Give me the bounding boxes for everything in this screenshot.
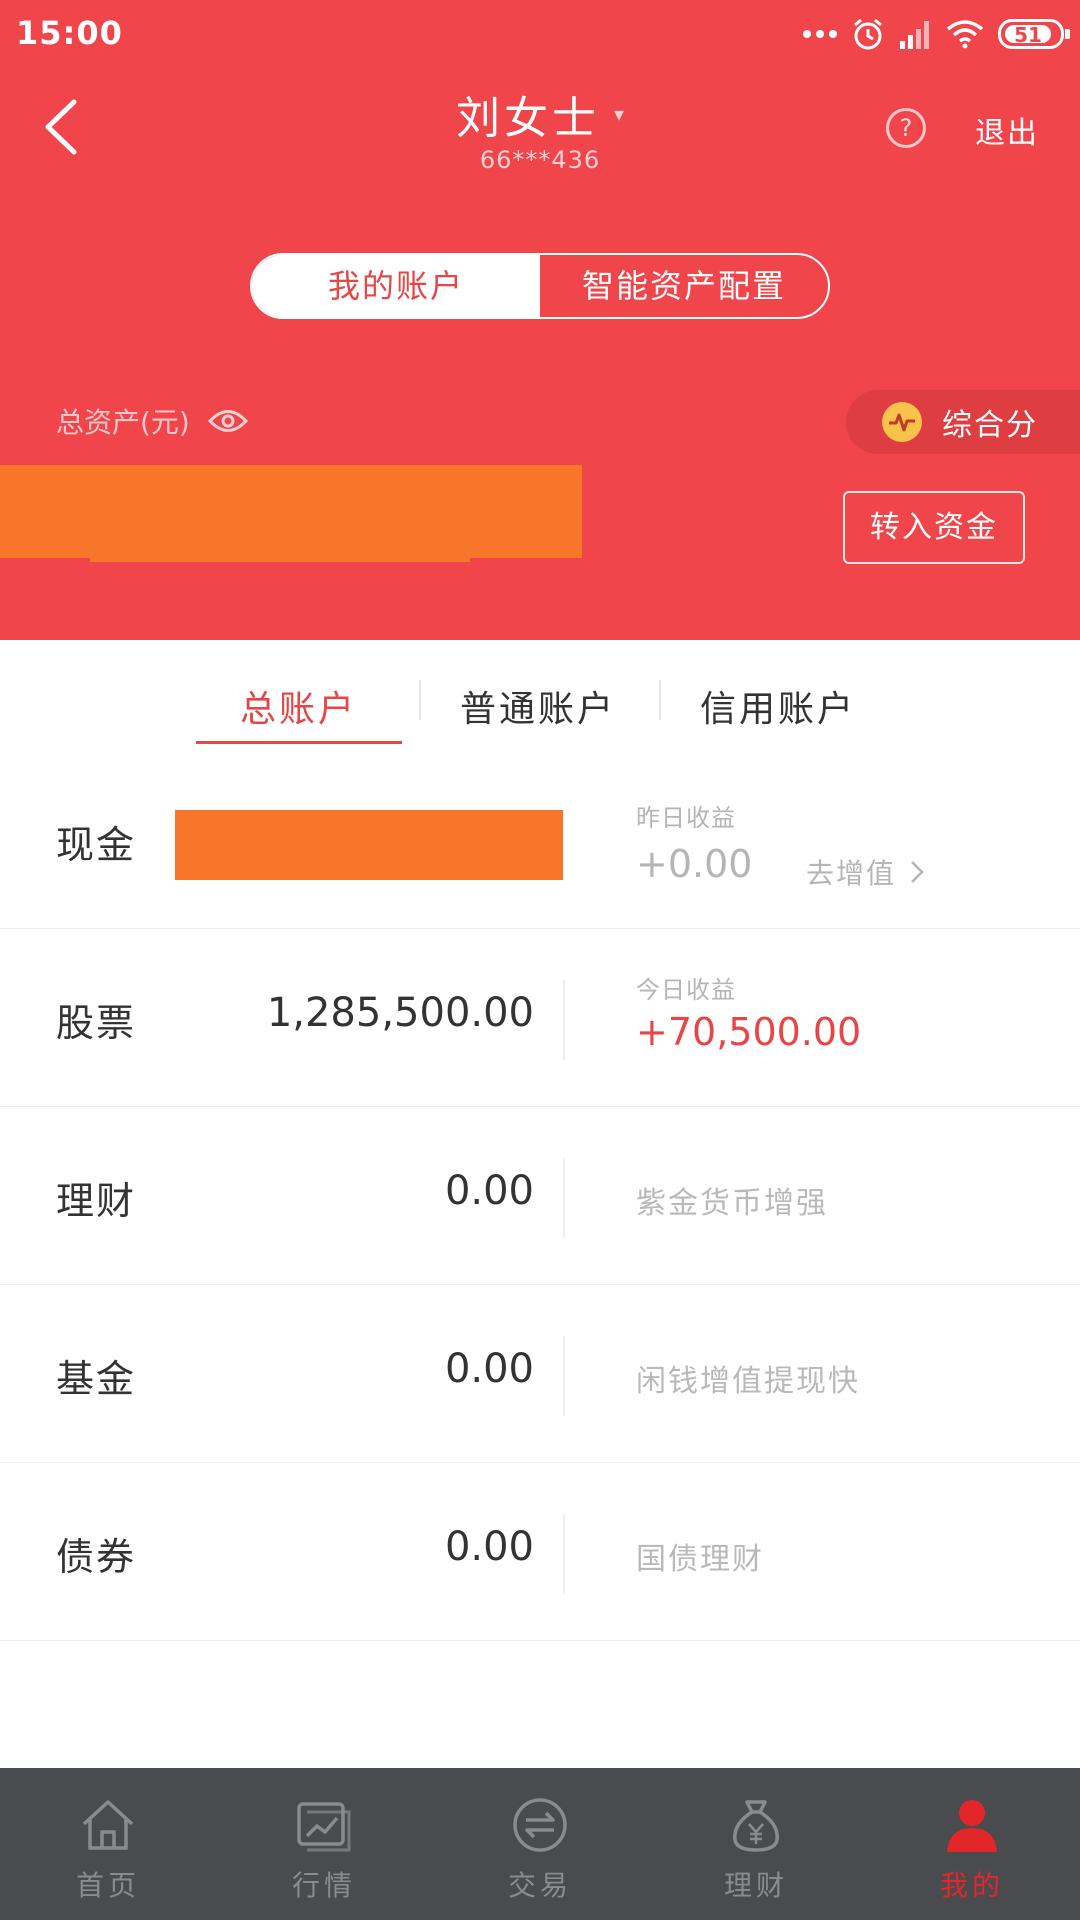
alarm-icon <box>854 18 882 50</box>
tab-credit-account[interactable]: 信用账户 <box>700 680 856 732</box>
nav-trade-label: 交易 <box>507 1869 572 1902</box>
composite-score-button[interactable]: 综合分 <box>846 390 1080 454</box>
asset-value: 1,285,500.00 <box>266 990 534 1036</box>
row-divider <box>563 1514 565 1594</box>
money-bag-icon <box>727 1796 785 1854</box>
tab-regular-account[interactable]: 普通账户 <box>460 680 616 732</box>
account-type-tabs: 总账户 普通账户 信用账户 <box>0 640 1080 750</box>
asset-row-wealth[interactable]: 理财 0.00 紫金货币增强 <box>0 1108 1080 1285</box>
asset-label: 现金 <box>56 823 137 867</box>
segment-smart-allocation[interactable]: 智能资产配置 <box>540 255 828 317</box>
row-divider <box>563 1158 565 1238</box>
signal-icon <box>900 21 929 49</box>
chevron-right-icon <box>911 861 924 883</box>
score-pulse-icon <box>882 402 922 442</box>
status-icons: 51 <box>802 14 1070 54</box>
user-icon <box>943 1796 1001 1854</box>
product-promo-text: 国债理财 <box>636 1542 764 1577</box>
home-icon <box>79 1796 137 1854</box>
asset-row-bonds[interactable]: 债券 0.00 国债理财 <box>0 1464 1080 1641</box>
nav-home[interactable]: 首页 <box>0 1768 216 1920</box>
nav-market[interactable]: 行情 <box>216 1768 432 1920</box>
cash-value-redacted <box>175 810 563 880</box>
product-promo-text: 紫金货币增强 <box>636 1186 828 1221</box>
trade-exchange-icon <box>511 1796 569 1854</box>
nav-home-label: 首页 <box>75 1869 140 1902</box>
asset-value: 0.00 <box>444 1524 534 1570</box>
asset-row-funds[interactable]: 基金 0.00 闲钱增值提现快 <box>0 1286 1080 1463</box>
segment-my-account[interactable]: 我的账户 <box>252 255 540 317</box>
total-assets-label: 总资产(元) <box>56 406 190 439</box>
nav-market-label: 行情 <box>291 1869 356 1902</box>
asset-label: 股票 <box>56 1001 137 1045</box>
battery-icon: 51 <box>998 19 1070 49</box>
row-divider <box>563 1336 565 1416</box>
tab-divider <box>419 680 421 720</box>
chevron-left-icon <box>45 99 77 155</box>
market-chart-icon <box>295 1796 353 1854</box>
asset-row-stocks[interactable]: 股票 1,285,500.00 今日收益 +70,500.00 <box>0 930 1080 1107</box>
row-divider <box>563 980 565 1060</box>
nav-trade[interactable]: 交易 <box>432 1768 648 1920</box>
yesterday-earnings-label: 昨日收益 <box>636 804 736 832</box>
today-earnings-value: +70,500.00 <box>636 1010 862 1054</box>
battery-level-text: 51 <box>1014 23 1042 47</box>
yesterday-earnings-value: +0.00 <box>636 842 753 886</box>
today-earnings-label: 今日收益 <box>636 976 736 1004</box>
status-time: 15:00 <box>16 14 123 52</box>
view-segmented-control: 我的账户 智能资产配置 <box>250 253 830 319</box>
account-switcher[interactable]: 刘女士 ▾ <box>340 82 740 146</box>
asset-value: 0.00 <box>444 1168 534 1214</box>
status-bar: 15:00 51 <box>0 0 1080 66</box>
back-button[interactable] <box>30 92 90 162</box>
more-dots-icon <box>803 30 837 38</box>
account-header: 15:00 51 刘女士 ▾ 66***436 ? 退出 我的账户 智能资产配置… <box>0 0 1080 640</box>
transfer-in-button[interactable]: 转入资金 <box>843 491 1025 564</box>
composite-score-label: 综合分 <box>942 408 1038 443</box>
help-button[interactable]: ? <box>886 108 926 148</box>
total-assets-redacted <box>0 465 582 562</box>
nav-mine[interactable]: 我的 <box>864 1768 1080 1920</box>
nav-wealth-label: 理财 <box>723 1869 788 1902</box>
bottom-navigation: 首页 行情 交易 理财 我的 <box>0 1768 1080 1920</box>
grow-value-label: 去增值 <box>806 857 897 890</box>
nav-mine-label: 我的 <box>939 1869 1004 1902</box>
product-promo-text: 闲钱增值提现快 <box>636 1364 860 1399</box>
nav-wealth[interactable]: 理财 <box>648 1768 864 1920</box>
logout-button[interactable]: 退出 <box>975 108 1039 152</box>
tab-total-account[interactable]: 总账户 <box>240 680 357 732</box>
caret-down-icon: ▾ <box>613 102 625 126</box>
asset-label: 理财 <box>56 1179 137 1223</box>
user-account-id: 66***436 <box>479 146 601 174</box>
asset-label: 债券 <box>56 1535 137 1579</box>
asset-value: 0.00 <box>444 1346 534 1392</box>
asset-label: 基金 <box>56 1357 137 1401</box>
tab-divider <box>659 680 661 720</box>
grow-value-link[interactable]: 去增值 <box>806 852 924 892</box>
user-name: 刘女士 <box>455 93 600 144</box>
total-assets-label-row: 总资产(元) <box>56 401 248 441</box>
wifi-icon <box>946 20 984 49</box>
toggle-visibility-button[interactable] <box>207 408 248 434</box>
eye-icon <box>207 410 248 432</box>
active-tab-indicator <box>196 741 402 744</box>
